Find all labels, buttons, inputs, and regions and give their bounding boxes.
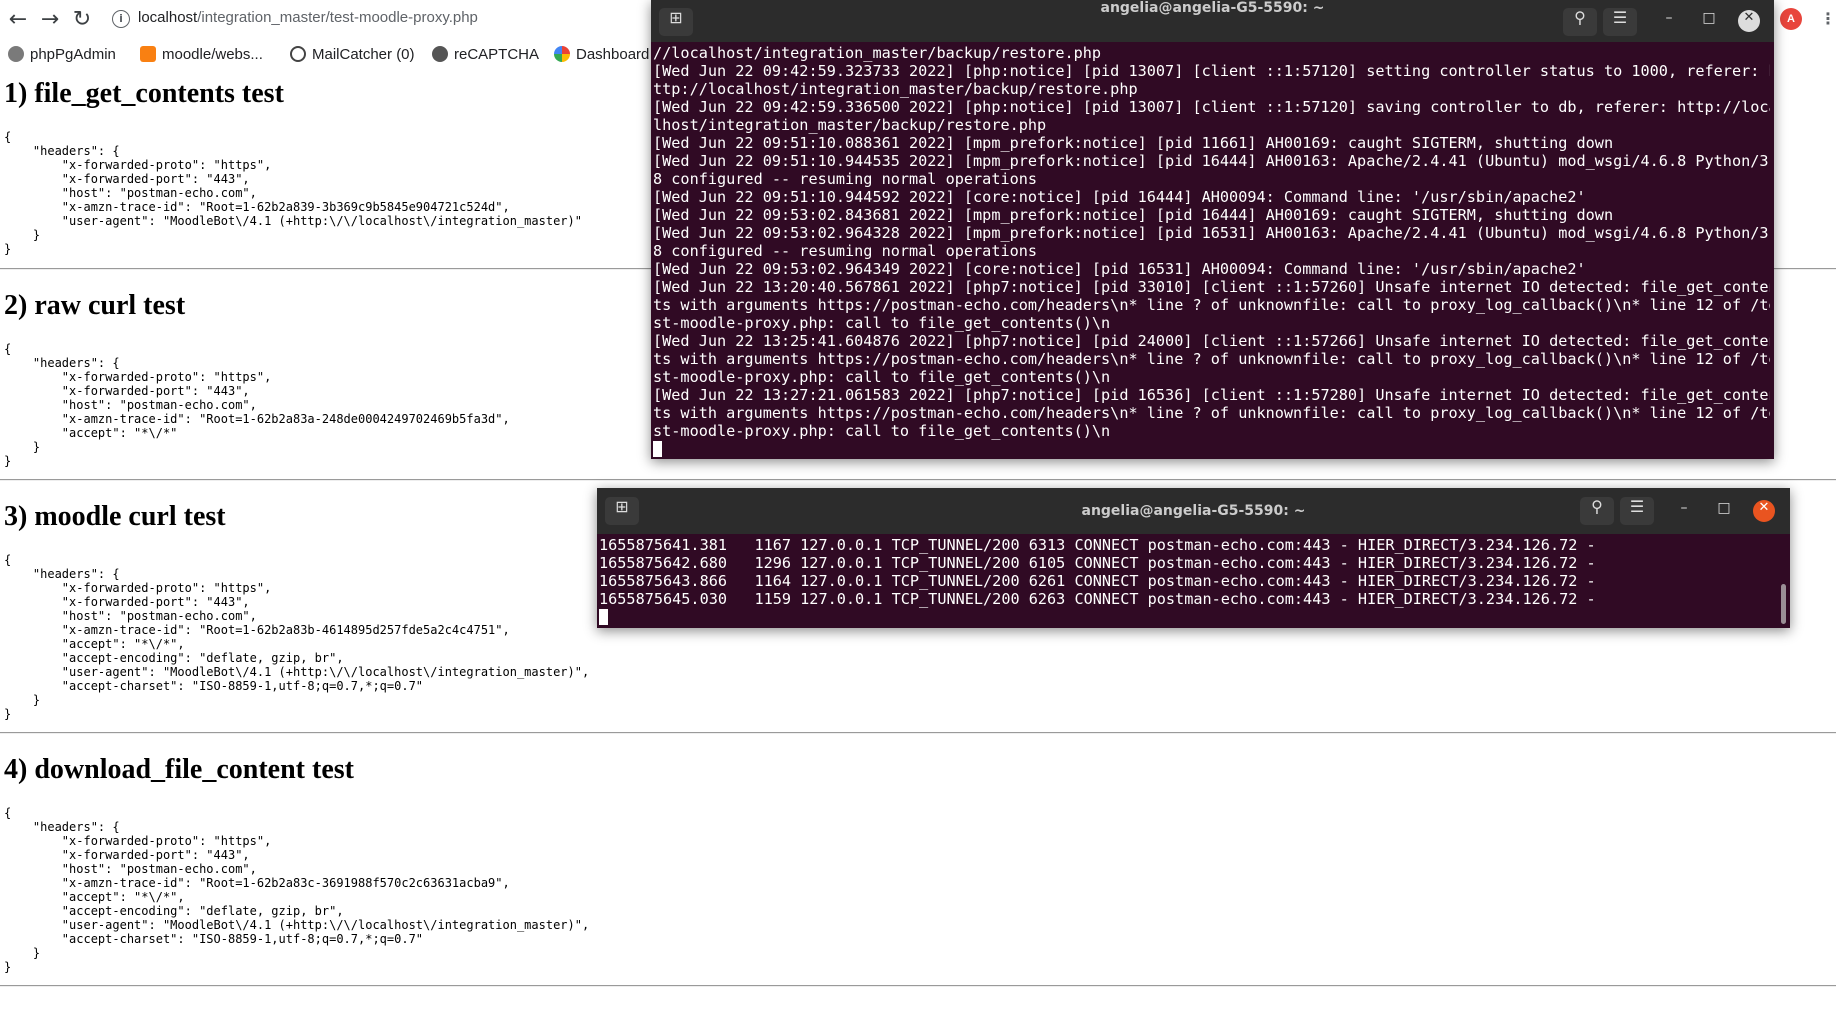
search-icon[interactable]: ⚲ <box>1563 8 1597 36</box>
profile-avatar[interactable]: A <box>1780 8 1802 30</box>
bookmark-label: phpPgAdmin <box>30 45 116 63</box>
terminal-line: st-moodle-proxy.php: call to file_get_co… <box>653 422 1111 440</box>
terminal-line: //localhost/integration_master/backup/re… <box>653 44 1102 62</box>
terminal-titlebar[interactable]: ⊞ angelia@angelia-G5-5590: ~ ⚲ ☰ – □ ✕ <box>597 488 1790 534</box>
bookmark-phppgadmin[interactable]: phpPgAdmin <box>8 44 116 64</box>
terminal-line: 8 configured -- resuming normal operatio… <box>653 242 1038 260</box>
terminal-window-squid-log[interactable]: ⊞ angelia@angelia-G5-5590: ~ ⚲ ☰ – □ ✕ 1… <box>597 488 1790 628</box>
section-title: 2) raw curl test <box>4 290 186 321</box>
terminal-line: [Wed Jun 22 09:51:10.944592 2022] [core:… <box>653 188 1586 206</box>
terminal-line: st-moodle-proxy.php: call to file_get_co… <box>653 314 1111 332</box>
bookmark-mailcatcher[interactable]: MailCatcher (0) <box>290 44 415 64</box>
terminal-line: [Wed Jun 22 09:51:10.944535 2022] [mpm_p… <box>653 152 1770 170</box>
bookmark-dashboard[interactable]: Dashboard <box>554 44 649 64</box>
bookmark-label: moodle/webs... <box>162 45 263 63</box>
bookmark-label: Dashboard <box>576 45 650 63</box>
address-bar[interactable]: localhost/integration_master/test-moodle… <box>138 9 478 26</box>
hamburger-menu-icon[interactable]: ☰ <box>1620 497 1654 525</box>
text-cursor <box>599 609 608 625</box>
minimize-icon[interactable]: – <box>1673 500 1695 522</box>
maximize-icon[interactable]: □ <box>1698 10 1720 32</box>
url-path: /integration_master/test-moodle-proxy.ph… <box>197 9 478 26</box>
terminal-line: [Wed Jun 22 09:53:02.964349 2022] [core:… <box>653 260 1586 278</box>
divider <box>0 985 1836 987</box>
maximize-icon[interactable]: □ <box>1713 500 1735 522</box>
close-icon[interactable]: ✕ <box>1738 10 1760 32</box>
json-output: { "headers": { "x-forwarded-proto": "htt… <box>4 806 590 974</box>
terminal-line: [Wed Jun 22 09:42:59.323733 2022] [php:n… <box>653 62 1770 80</box>
terminal-line: ts with arguments https://postman-echo.c… <box>653 296 1770 314</box>
terminal-line: [Wed Jun 22 09:53:02.964328 2022] [mpm_p… <box>653 224 1770 242</box>
dashboard-icon <box>554 46 570 62</box>
divider <box>0 479 1836 481</box>
terminal-line: 8 configured -- resuming normal operatio… <box>653 170 1038 188</box>
terminal-line: ttp://localhost/integration_master/backu… <box>653 80 1138 98</box>
terminal-window-apache-log[interactable]: ⊞ angelia@angelia-G5-5590: ~ ⚲ ☰ – □ ✕ /… <box>651 0 1774 459</box>
hamburger-menu-icon[interactable]: ☰ <box>1603 8 1637 36</box>
terminal-line: [Wed Jun 22 13:25:41.604876 2022] [php7:… <box>653 332 1770 350</box>
elephant-icon <box>8 46 24 62</box>
bookmark-moodle[interactable]: moodle/webs... <box>140 44 263 64</box>
mailcatcher-icon <box>290 46 306 62</box>
moodle-icon <box>140 46 156 62</box>
site-info-icon[interactable]: i <box>112 10 130 28</box>
terminal-line: [Wed Jun 22 09:42:59.336500 2022] [php:n… <box>653 98 1770 116</box>
terminal-line: lhost/integration_master/backup/restore.… <box>653 116 1047 134</box>
back-arrow-icon[interactable]: ← <box>6 6 30 34</box>
bookmark-label: MailCatcher (0) <box>312 45 415 63</box>
kebab-menu-icon[interactable]: ⋮ <box>1820 6 1836 32</box>
search-icon[interactable]: ⚲ <box>1580 497 1614 525</box>
terminal-line: 1655875643.866 1164 127.0.0.1 TCP_TUNNEL… <box>599 572 1596 590</box>
recaptcha-icon <box>432 46 448 62</box>
minimize-icon[interactable]: – <box>1658 10 1680 32</box>
terminal-line: 1655875642.680 1296 127.0.0.1 TCP_TUNNEL… <box>599 554 1596 572</box>
forward-arrow-icon[interactable]: → <box>38 6 62 34</box>
terminal-line: [Wed Jun 22 09:53:02.843681 2022] [mpm_p… <box>653 206 1614 224</box>
scrollbar-thumb[interactable] <box>1781 584 1786 624</box>
terminal-line: 1655875641.381 1167 127.0.0.1 TCP_TUNNEL… <box>599 536 1596 554</box>
bookmark-recaptcha[interactable]: reCAPTCHA <box>432 44 539 64</box>
bookmark-label: reCAPTCHA <box>454 45 540 63</box>
terminal-output[interactable]: 1655875641.381 1167 127.0.0.1 TCP_TUNNEL… <box>599 536 1786 628</box>
terminal-line: [Wed Jun 22 13:27:21.061583 2022] [php7:… <box>653 386 1770 404</box>
json-output: { "headers": { "x-forwarded-proto": "htt… <box>4 553 590 721</box>
terminal-prompt-line[interactable] <box>599 608 1786 626</box>
terminal-prompt-line[interactable] <box>653 440 1770 458</box>
reload-icon[interactable]: ↻ <box>70 6 94 34</box>
terminal-titlebar[interactable]: ⊞ angelia@angelia-G5-5590: ~ ⚲ ☰ – □ ✕ <box>651 0 1774 42</box>
url-host: localhost <box>138 9 198 26</box>
json-output: { "headers": { "x-forwarded-proto": "htt… <box>4 130 582 256</box>
section-title: 1) file_get_contents test <box>4 78 284 109</box>
json-output: { "headers": { "x-forwarded-proto": "htt… <box>4 342 510 468</box>
section-title: 4) download_file_content test <box>4 754 354 785</box>
terminal-line: ts with arguments https://postman-echo.c… <box>653 350 1770 368</box>
close-icon[interactable]: ✕ <box>1753 500 1775 522</box>
terminal-output[interactable]: //localhost/integration_master/backup/re… <box>653 44 1770 459</box>
text-cursor <box>653 441 662 457</box>
terminal-line: [Wed Jun 22 09:51:10.088361 2022] [mpm_p… <box>653 134 1614 152</box>
section-title: 3) moodle curl test <box>4 501 226 532</box>
terminal-line: 1655875645.030 1159 127.0.0.1 TCP_TUNNEL… <box>599 590 1596 608</box>
terminal-line: st-moodle-proxy.php: call to file_get_co… <box>653 368 1111 386</box>
divider <box>0 732 1836 734</box>
terminal-line: [Wed Jun 22 13:20:40.567861 2022] [php7:… <box>653 278 1770 296</box>
terminal-line: ts with arguments https://postman-echo.c… <box>653 404 1770 422</box>
